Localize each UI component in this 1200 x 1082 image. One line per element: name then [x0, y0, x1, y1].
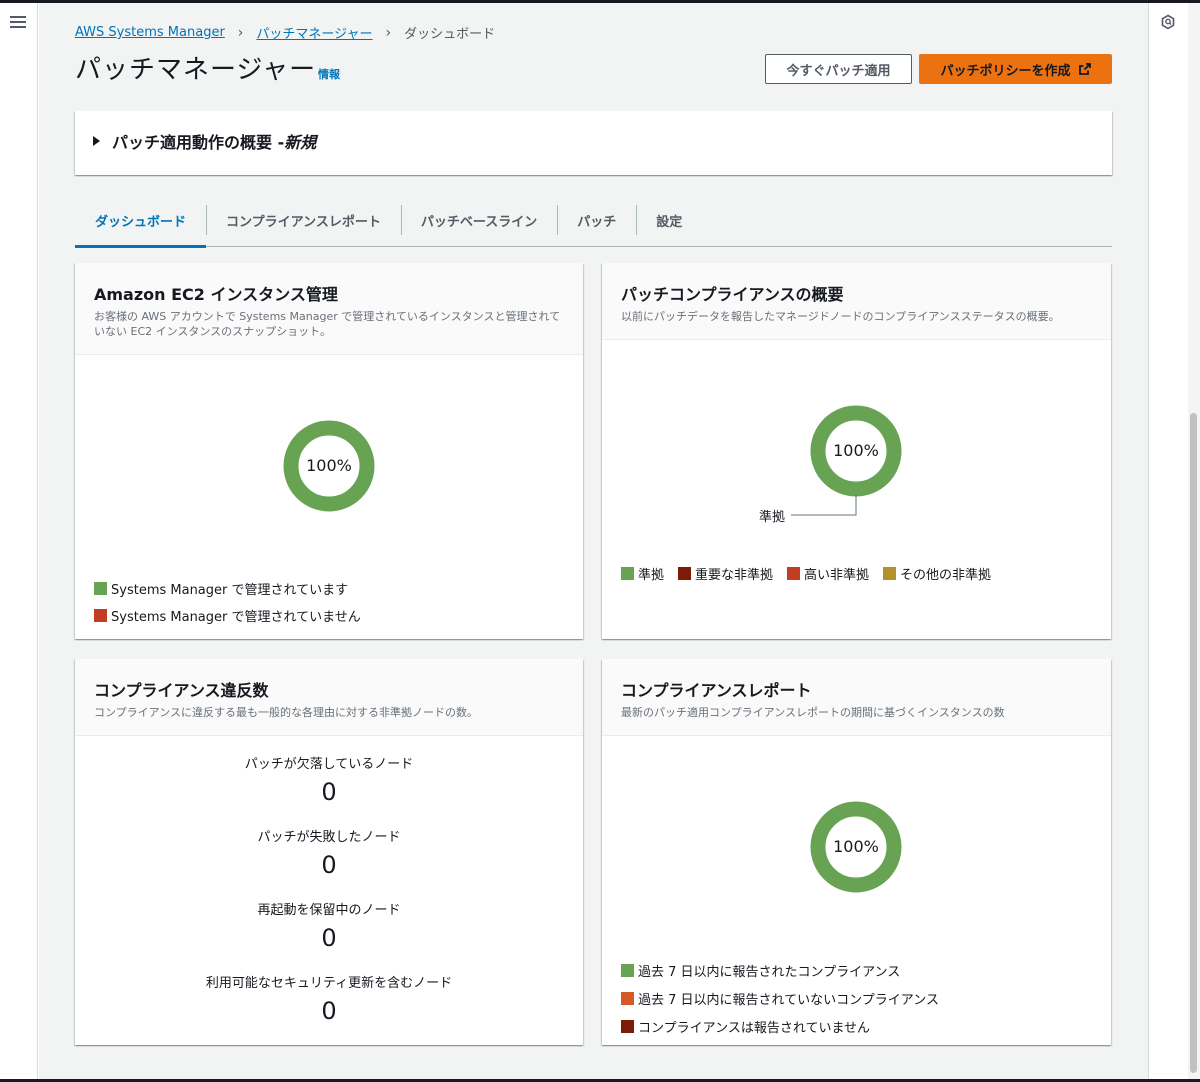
left-navigation-rail [0, 3, 38, 1079]
page-title: パッチマネージャー [75, 55, 317, 85]
legend-item: 高い非準拠 [787, 564, 869, 583]
tab-list: ダッシュボード コンプライアンスレポート パッチベースライン パッチ 設定 [75, 205, 1112, 248]
card-header: コンプライアンス違反数 コンプライアンスに違反する最も一般的な各理由に対する非準… [75, 659, 583, 736]
legend-item: 重要な非準拠 [678, 564, 773, 583]
callout-label: 準拠 [759, 510, 786, 525]
donut-percent-label: 100% [833, 441, 879, 460]
card-description-line-2: いない EC2 インスタンスのスナップショット。 [94, 325, 331, 338]
metric-label: パッチが失敗したノード [257, 830, 401, 845]
external-link-icon [1078, 63, 1091, 75]
metric-label: 再起動を保留中のノード [257, 903, 401, 918]
metric-value: 0 [321, 851, 337, 879]
legend-item: 準拠 [621, 564, 664, 583]
card-description: 最新のパッチ適用コンプライアンスレポートの期間に基づくインスタンスの数 [621, 706, 1005, 719]
metric-label: パッチが欠落しているノード [244, 757, 414, 772]
compliance-violations-card: コンプライアンス違反数 コンプライアンスに違反する最も一般的な各理由に対する非準… [75, 659, 583, 1045]
create-patch-policy-button[interactable]: パッチポリシーを作成 [919, 54, 1112, 84]
metric-value: 0 [321, 778, 337, 806]
patch-now-button[interactable]: 今すぐパッチ適用 [765, 54, 912, 84]
main-content: AWS Systems Manager › パッチマネージャー › ダッシュボー… [39, 3, 1148, 1079]
metric-security-updates: 利用可能なセキュリティ更新を含むノード 0 [75, 972, 583, 1025]
tab-patches[interactable]: パッチ [557, 205, 636, 247]
legend-swatch [621, 992, 634, 1005]
breadcrumb-current: ダッシュボード [404, 27, 496, 42]
legend-label: 過去 7 日以内に報告されていないコンプライアンス [638, 993, 939, 1008]
legend-label: その他の非準拠 [900, 568, 992, 583]
chart-legend: 過去 7 日以内に報告されたコンプライアンス 過去 7 日以内に報告されていない… [621, 961, 939, 1044]
donut-percent-label: 100% [306, 456, 352, 475]
expand-title-new: 新規 [284, 133, 317, 152]
compliance-report-card: コンプライアンスレポート 最新のパッチ適用コンプライアンスレポートの期間に基づく… [602, 659, 1111, 1045]
chevron-right-icon: › [385, 24, 392, 41]
metric-value: 0 [321, 997, 337, 1025]
card-header: Amazon EC2 インスタンス管理 お客様の AWS アカウントで Syst… [75, 263, 583, 355]
legend-label: Systems Manager で管理されていません [111, 610, 361, 625]
legend-label: コンプライアンスは報告されていません [638, 1021, 871, 1036]
metric-missing-patches: パッチが欠落しているノード 0 [75, 753, 583, 806]
legend-item: その他の非準拠 [883, 564, 991, 583]
chart-legend: Systems Manager で管理されています Systems Manage… [94, 579, 361, 633]
expand-title: パッチ適用動作の概要 - [112, 133, 285, 152]
legend-label: 重要な非準拠 [695, 568, 774, 583]
ec2-instance-management-card: Amazon EC2 インスタンス管理 お客様の AWS アカウントで Syst… [75, 263, 583, 639]
tab-compliance-report[interactable]: コンプライアンスレポート [206, 205, 401, 247]
tab-patch-baselines[interactable]: パッチベースライン [400, 205, 557, 247]
card-title: Amazon EC2 インスタンス管理 [94, 285, 338, 304]
tab-settings[interactable]: 設定 [636, 205, 702, 247]
right-tools-rail [1148, 3, 1188, 1079]
card-description: 以前にパッチデータを報告したマネージドノードのコンプライアンスステータスの概要。 [621, 310, 1060, 323]
caret-right-icon [93, 136, 100, 146]
card-title: コンプライアンス違反数 [94, 681, 269, 700]
metric-label: 利用可能なセキュリティ更新を含むノード [205, 976, 453, 991]
chevron-right-icon: › [237, 24, 244, 41]
legend-swatch [678, 567, 692, 580]
legend-label: Systems Manager で管理されています [111, 583, 349, 598]
legend-swatch [787, 567, 801, 580]
legend-swatch [94, 582, 107, 595]
legend-swatch [621, 964, 634, 977]
breadcrumb-link-patch-manager[interactable]: パッチマネージャー [256, 23, 372, 42]
breadcrumb: AWS Systems Manager › パッチマネージャー › ダッシュボー… [75, 23, 496, 43]
card-header: コンプライアンスレポート 最新のパッチ適用コンプライアンスレポートの期間に基づく… [602, 659, 1111, 736]
card-title: パッチコンプライアンスの概要 [621, 285, 844, 304]
legend-label: 準拠 [638, 568, 665, 583]
card-description-line-1: お客様の AWS アカウントで Systems Manager で管理されている… [94, 310, 561, 323]
create-patch-policy-label: パッチポリシーを作成 [940, 63, 1071, 79]
scrollbar[interactable] [1188, 3, 1200, 1079]
legend-label: 高い非準拠 [804, 568, 870, 583]
card-header: パッチコンプライアンスの概要 以前にパッチデータを報告したマネージドノードのコン… [602, 263, 1111, 340]
hamburger-menu-icon[interactable] [10, 16, 26, 30]
legend-swatch [883, 567, 897, 580]
card-description: コンプライアンスに違反する最も一般的な各理由に対する非準拠ノードの数。 [94, 706, 479, 719]
patch-compliance-summary-card: パッチコンプライアンスの概要 以前にパッチデータを報告したマネージドノードのコン… [602, 263, 1111, 639]
breadcrumb-link-systems-manager[interactable]: AWS Systems Manager [75, 25, 225, 40]
legend-swatch [621, 1020, 634, 1033]
help-panel-icon[interactable] [1160, 14, 1176, 30]
legend-label: 過去 7 日以内に報告されたコンプライアンス [638, 965, 901, 980]
legend-item: 過去 7 日以内に報告されていないコンプライアンス [621, 989, 939, 1008]
metric-pending-reboot: 再起動を保留中のノード 0 [75, 899, 583, 952]
info-link[interactable]: 情報 [318, 66, 340, 82]
legend-item: Systems Manager で管理されています [94, 579, 361, 598]
callout-leader-line [791, 495, 857, 516]
chart-legend: 準拠 重要な非準拠 高い非準拠 その他の非準拠 [621, 564, 1005, 583]
donut-percent-label: 100% [833, 837, 879, 856]
legend-swatch [94, 609, 107, 622]
legend-item: 過去 7 日以内に報告されたコンプライアンス [621, 961, 939, 980]
legend-item: コンプライアンスは報告されていません [621, 1017, 939, 1036]
legend-swatch [621, 567, 634, 580]
tab-dashboard[interactable]: ダッシュボード [75, 205, 207, 248]
expand-toggle[interactable]: パッチ適用動作の概要 - 新規 [93, 129, 316, 153]
metric-value: 0 [321, 924, 337, 952]
scrollbar-thumb[interactable] [1190, 413, 1197, 1073]
patch-behavior-overview-panel: パッチ適用動作の概要 - 新規 [75, 111, 1112, 175]
patch-now-label: 今すぐパッチ適用 [786, 63, 891, 79]
legend-item: Systems Manager で管理されていません [94, 606, 361, 625]
card-title: コンプライアンスレポート [621, 681, 812, 700]
metric-failed-patches: パッチが失敗したノード 0 [75, 826, 583, 879]
